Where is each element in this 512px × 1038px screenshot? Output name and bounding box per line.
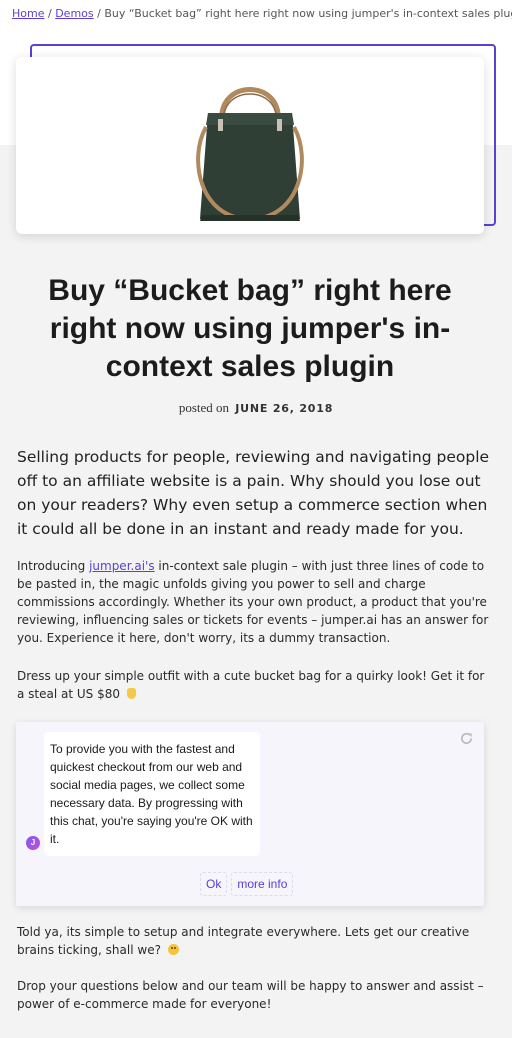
jumper-link[interactable]: jumper.ai's <box>89 559 155 573</box>
jumper-avatar: J <box>26 836 40 850</box>
breadcrumb-current: Buy “Bucket bag” right here right now us… <box>104 7 512 20</box>
post-date: JUNE 26, 2018 <box>235 402 334 415</box>
integration-text: Told ya, its simple to setup and integra… <box>17 925 470 957</box>
integration-paragraph: Told ya, its simple to setup and integra… <box>17 923 495 959</box>
posted-label: posted on <box>178 400 230 415</box>
post-meta: posted on JUNE 26, 2018 <box>0 400 512 416</box>
breadcrumb-demos-link[interactable]: Demos <box>55 7 93 20</box>
offer-paragraph: Dress up your simple outfit with a cute … <box>17 667 495 703</box>
offer-text: Dress up your simple outfit with a cute … <box>17 669 485 701</box>
chat-more-info-button[interactable]: more info <box>231 872 294 896</box>
bucket-bag-image <box>196 87 304 222</box>
chat-actions: Ok more info <box>200 872 294 896</box>
intro-paragraph: Introducing jumper.ai's in-context sale … <box>17 557 495 647</box>
breadcrumb-separator: / <box>97 7 101 20</box>
closing-paragraph: Drop your questions below and our team w… <box>17 979 484 1011</box>
chat-widget: To provide you with the fastest and quic… <box>16 722 484 906</box>
breadcrumb: Home / Demos / Buy “Bucket bag” right he… <box>12 7 512 20</box>
intro-text-before: Introducing <box>17 559 90 573</box>
breadcrumb-home-link[interactable]: Home <box>12 7 44 20</box>
pointing-down-emoji-icon <box>126 688 136 699</box>
smile-emoji-icon <box>167 944 179 955</box>
chat-ok-button[interactable]: Ok <box>200 872 228 896</box>
chat-message-bubble: To provide you with the fastest and quic… <box>44 732 260 856</box>
breadcrumb-separator: / <box>47 7 52 20</box>
lead-paragraph: Selling products for people, reviewing a… <box>17 448 490 538</box>
page-title: Buy “Bucket bag” right here right now us… <box>48 274 452 383</box>
refresh-icon[interactable] <box>459 731 474 746</box>
featured-image-card <box>16 57 484 234</box>
